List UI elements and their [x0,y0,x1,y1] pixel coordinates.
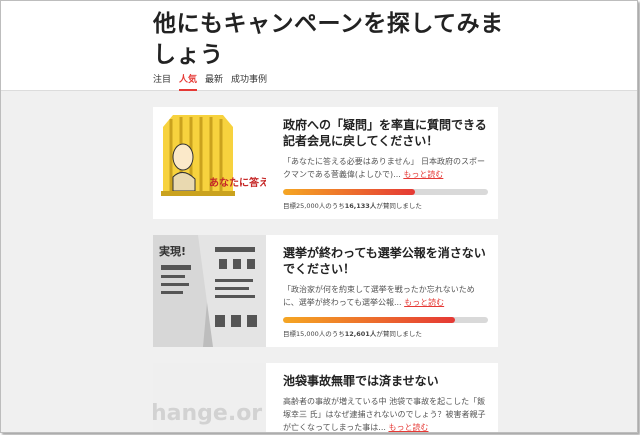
supporter-count: 目標25,000人のうち16,133人が賛同しました [283,200,422,210]
page-header: 他にもキャンペーンを探してみましょう 注目 人気 最新 成功事例 [1,1,637,91]
read-more-link[interactable]: もっと読む [404,298,444,307]
tab-bar: 注目 人気 最新 成功事例 [153,72,267,91]
campaign-thumbnail[interactable]: 実現! [153,235,266,347]
progress-bar [283,317,488,323]
progress-fill [283,317,456,323]
read-more-link[interactable]: もっと読む [403,170,443,179]
thumbnail-caption: あなたに答え 必要はあり [209,178,266,189]
goal-suffix: が賛同しました [376,202,422,210]
read-more-link[interactable]: もっと読む [388,423,428,432]
campaign-description: 高齢者の事故が増えている中 池袋で事故を起こした「飯塚幸三 氏」はなぜ逮捕されな… [283,395,488,432]
campaign-body: 池袋事故無罪では済ませない 高齢者の事故が増えている中 池袋で事故を起こした「飯… [266,363,498,432]
campaign-thumbnail[interactable]: hange.or [153,363,266,432]
campaign-description: 「政治家が何を約束して選挙を戦ったか忘れないために、選挙が終わっても選挙公報..… [283,283,488,309]
supporters-value: 16,133人 [344,202,377,210]
campaign-title[interactable]: 選挙が終わっても選挙公報を消さないでください！ [283,245,488,277]
progress-fill [283,189,416,195]
thumbnail-watermark: hange.or [153,401,263,426]
description-text: 「あなたに答える必要はありません」 日本政府のスポークマンである菅義偉(よしひで… [283,157,486,179]
campaign-card[interactable]: hange.or 池袋事故無罪では済ませない 高齢者の事故が増えている中 池袋で… [153,363,498,432]
goal-suffix: が賛同しました [376,330,422,338]
campaign-card[interactable]: あなたに答え 必要はあり 政府への「疑問」を率直に質問できる記者会見に戻してくだ… [153,107,498,219]
campaign-card[interactable]: 実現! 選挙が終わっても選挙公報を消さないでください！ 「政治家が何を約束して選… [153,235,498,347]
progress-bar [283,189,488,195]
campaign-body: 政府への「疑問」を率直に質問できる記者会見に戻してください！ 「あなたに答える必… [266,107,498,219]
campaign-thumbnail[interactable]: あなたに答え 必要はあり [153,107,266,219]
tab-featured[interactable]: 注目 [153,72,171,91]
campaign-title[interactable]: 政府への「疑問」を率直に質問できる記者会見に戻してください！ [283,117,488,149]
page-frame: 他にもキャンペーンを探してみましょう 注目 人気 最新 成功事例 あなたに答え … [0,0,638,433]
supporters-value: 12,601人 [344,330,377,338]
description-text: 「政治家が何を約束して選挙を戦ったか忘れないために、選挙が終わっても選挙公報..… [283,285,475,307]
svg-text:実現!: 実現! [159,244,186,258]
campaign-title[interactable]: 池袋事故無罪では済ませない [283,373,488,389]
tab-latest[interactable]: 最新 [205,72,223,91]
description-text: 高齢者の事故が増えている中 池袋で事故を起こした「飯塚幸三 氏」はなぜ逮捕されな… [283,397,486,432]
goal-prefix: 目標15,000人のうち [283,330,345,338]
supporter-count: 目標15,000人のうち12,601人が賛同しました [283,328,422,338]
goal-prefix: 目標25,000人のうち [283,202,345,210]
tab-success-stories[interactable]: 成功事例 [231,72,267,91]
campaign-description: 「あなたに答える必要はありません」 日本政府のスポークマンである菅義偉(よしひで… [283,155,488,181]
campaign-body: 選挙が終わっても選挙公報を消さないでください！ 「政治家が何を約束して選挙を戦っ… [266,235,498,347]
tab-popular[interactable]: 人気 [179,72,198,91]
page-title: 他にもキャンペーンを探してみましょう [153,11,504,68]
